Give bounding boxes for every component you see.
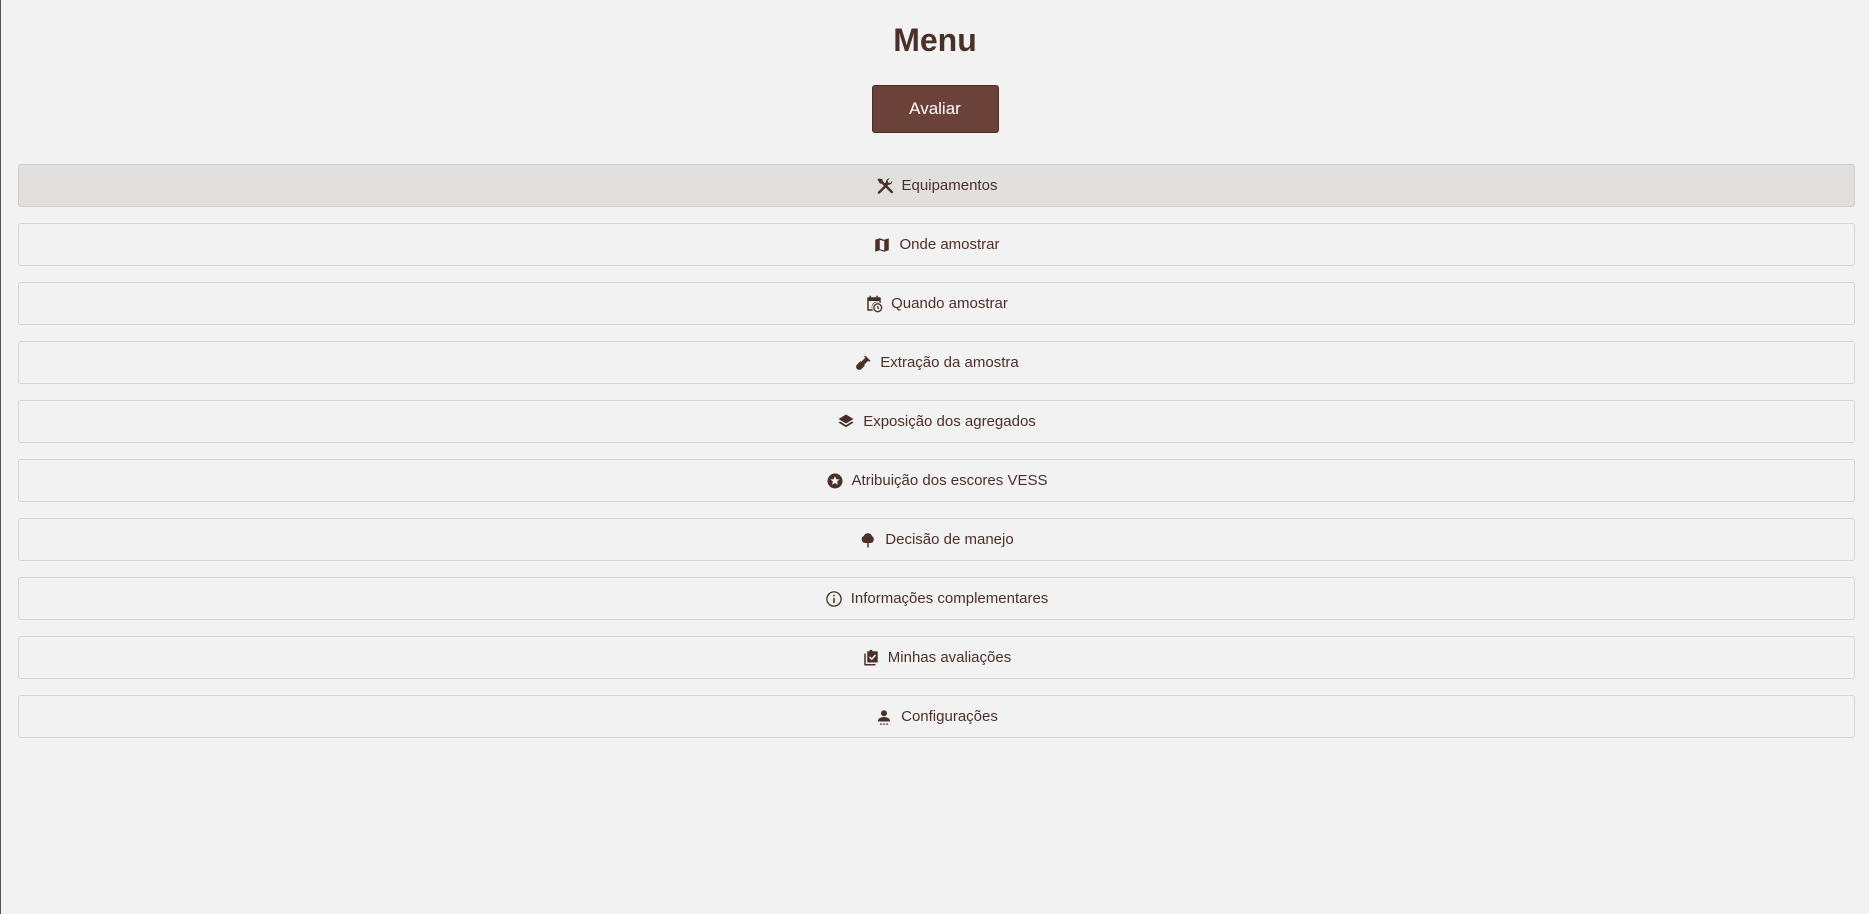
info-icon <box>825 590 843 608</box>
layers-icon <box>837 413 855 431</box>
evaluate-button-wrap: Avaliar <box>1 85 1869 133</box>
user-settings-icon <box>875 708 893 726</box>
menu-item-equipamentos[interactable]: Equipamentos <box>18 164 1855 207</box>
menu-item-label: Equipamentos <box>901 177 998 194</box>
menu-list: Equipamentos Onde amostrar Quando amostr… <box>18 164 1855 754</box>
menu-item-extracao-amostra[interactable]: Extração da amostra <box>18 341 1855 384</box>
clipboard-check-icon <box>862 649 880 667</box>
menu-item-atribuicao-escores[interactable]: Atribuição dos escores VESS <box>18 459 1855 502</box>
menu-item-decisao-manejo[interactable]: Decisão de manejo <box>18 518 1855 561</box>
menu-item-minhas-avaliacoes[interactable]: Minhas avaliações <box>18 636 1855 679</box>
menu-item-label: Atribuição dos escores VESS <box>851 472 1048 489</box>
menu-item-label: Exposição dos agregados <box>863 413 1036 430</box>
menu-item-quando-amostrar[interactable]: Quando amostrar <box>18 282 1855 325</box>
star-circle-icon <box>826 472 844 490</box>
evaluate-button[interactable]: Avaliar <box>871 85 999 133</box>
menu-item-label: Onde amostrar <box>899 236 1000 253</box>
calendar-clock-icon <box>865 295 883 313</box>
shovel-icon <box>854 354 872 372</box>
menu-item-label: Configurações <box>901 708 998 725</box>
menu-item-onde-amostrar[interactable]: Onde amostrar <box>18 223 1855 266</box>
menu-item-exposicao-agregados[interactable]: Exposição dos agregados <box>18 400 1855 443</box>
tree-icon <box>859 531 877 549</box>
map-icon <box>873 236 891 254</box>
menu-item-label: Informações complementares <box>850 590 1049 607</box>
menu-item-informacoes-complementares[interactable]: Informações complementares <box>18 577 1855 620</box>
menu-item-label: Minhas avaliações <box>887 649 1012 666</box>
tools-icon <box>876 177 894 195</box>
menu-item-label: Extração da amostra <box>880 354 1019 371</box>
page-title: Menu <box>893 22 977 58</box>
menu-item-label: Decisão de manejo <box>885 531 1014 548</box>
menu-item-label: Quando amostrar <box>891 295 1008 312</box>
menu-item-configuracoes[interactable]: Configurações <box>18 695 1855 738</box>
